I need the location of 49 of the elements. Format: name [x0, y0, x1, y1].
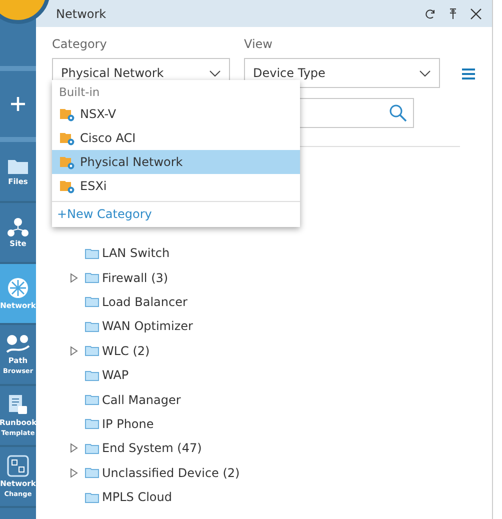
dropdown-option[interactable]: Cisco ACI	[52, 126, 300, 150]
tree-item[interactable]: MPLS Cloud	[102, 490, 172, 504]
folder-gear-icon	[59, 106, 75, 122]
tree-item[interactable]: LAN Switch	[102, 246, 170, 260]
folder-gear-icon	[59, 178, 75, 194]
tree-item[interactable]: Load Balancer	[102, 294, 188, 309]
folder-icon	[85, 248, 99, 259]
folder-icon	[85, 442, 99, 454]
expand-arrow-icon[interactable]	[70, 468, 78, 478]
folder-icon	[85, 467, 99, 478]
expand-arrow-icon[interactable]	[70, 272, 78, 283]
category-label: Category	[52, 37, 108, 51]
tree-item[interactable]: WAP	[102, 368, 129, 382]
dropdown-option[interactable]: Physical Network	[52, 150, 300, 174]
expand-arrow-icon[interactable]	[70, 443, 78, 454]
tree-item[interactable]: Unclassified Device (2)	[102, 466, 240, 480]
plus-icon	[10, 96, 26, 112]
tree-item[interactable]: WAN Optimizer	[102, 319, 193, 334]
refresh-icon[interactable]	[424, 8, 436, 20]
folder-icon	[85, 370, 99, 381]
expand-arrow-icon[interactable]	[70, 346, 78, 356]
folder-gear-icon	[59, 130, 75, 146]
change-icon	[7, 455, 29, 477]
chevron-down-icon	[209, 70, 221, 76]
tree-item[interactable]: WLC (2)	[102, 344, 150, 358]
pin-icon[interactable]	[448, 8, 458, 20]
folder-icon	[85, 394, 99, 406]
folder-icon	[85, 272, 99, 284]
tree-item[interactable]: IP Phone	[102, 416, 154, 431]
dropdown-option[interactable]: NSX-V	[52, 102, 300, 126]
router-icon	[7, 277, 29, 299]
folder-icon	[7, 157, 29, 175]
new-category-link[interactable]: +New Category	[52, 207, 300, 221]
search-icon	[389, 104, 407, 122]
chevron-down-icon	[419, 70, 431, 76]
tree-item[interactable]: Call Manager	[102, 392, 181, 407]
folder-gear-icon	[59, 154, 75, 170]
tree-item[interactable]: End System (47)	[102, 441, 202, 456]
folder-icon	[85, 418, 99, 430]
folder-icon	[85, 320, 99, 332]
dropdown-option[interactable]: ESXi	[52, 174, 300, 198]
tree-item[interactable]: Firewall (3)	[102, 270, 168, 285]
panel-title: Network	[56, 6, 108, 20]
folder-icon	[85, 345, 99, 356]
folder-icon	[85, 296, 99, 308]
folder-icon	[85, 492, 99, 503]
view-label: View	[244, 37, 274, 51]
menu-icon[interactable]	[462, 68, 475, 80]
close-icon[interactable]	[470, 8, 482, 20]
